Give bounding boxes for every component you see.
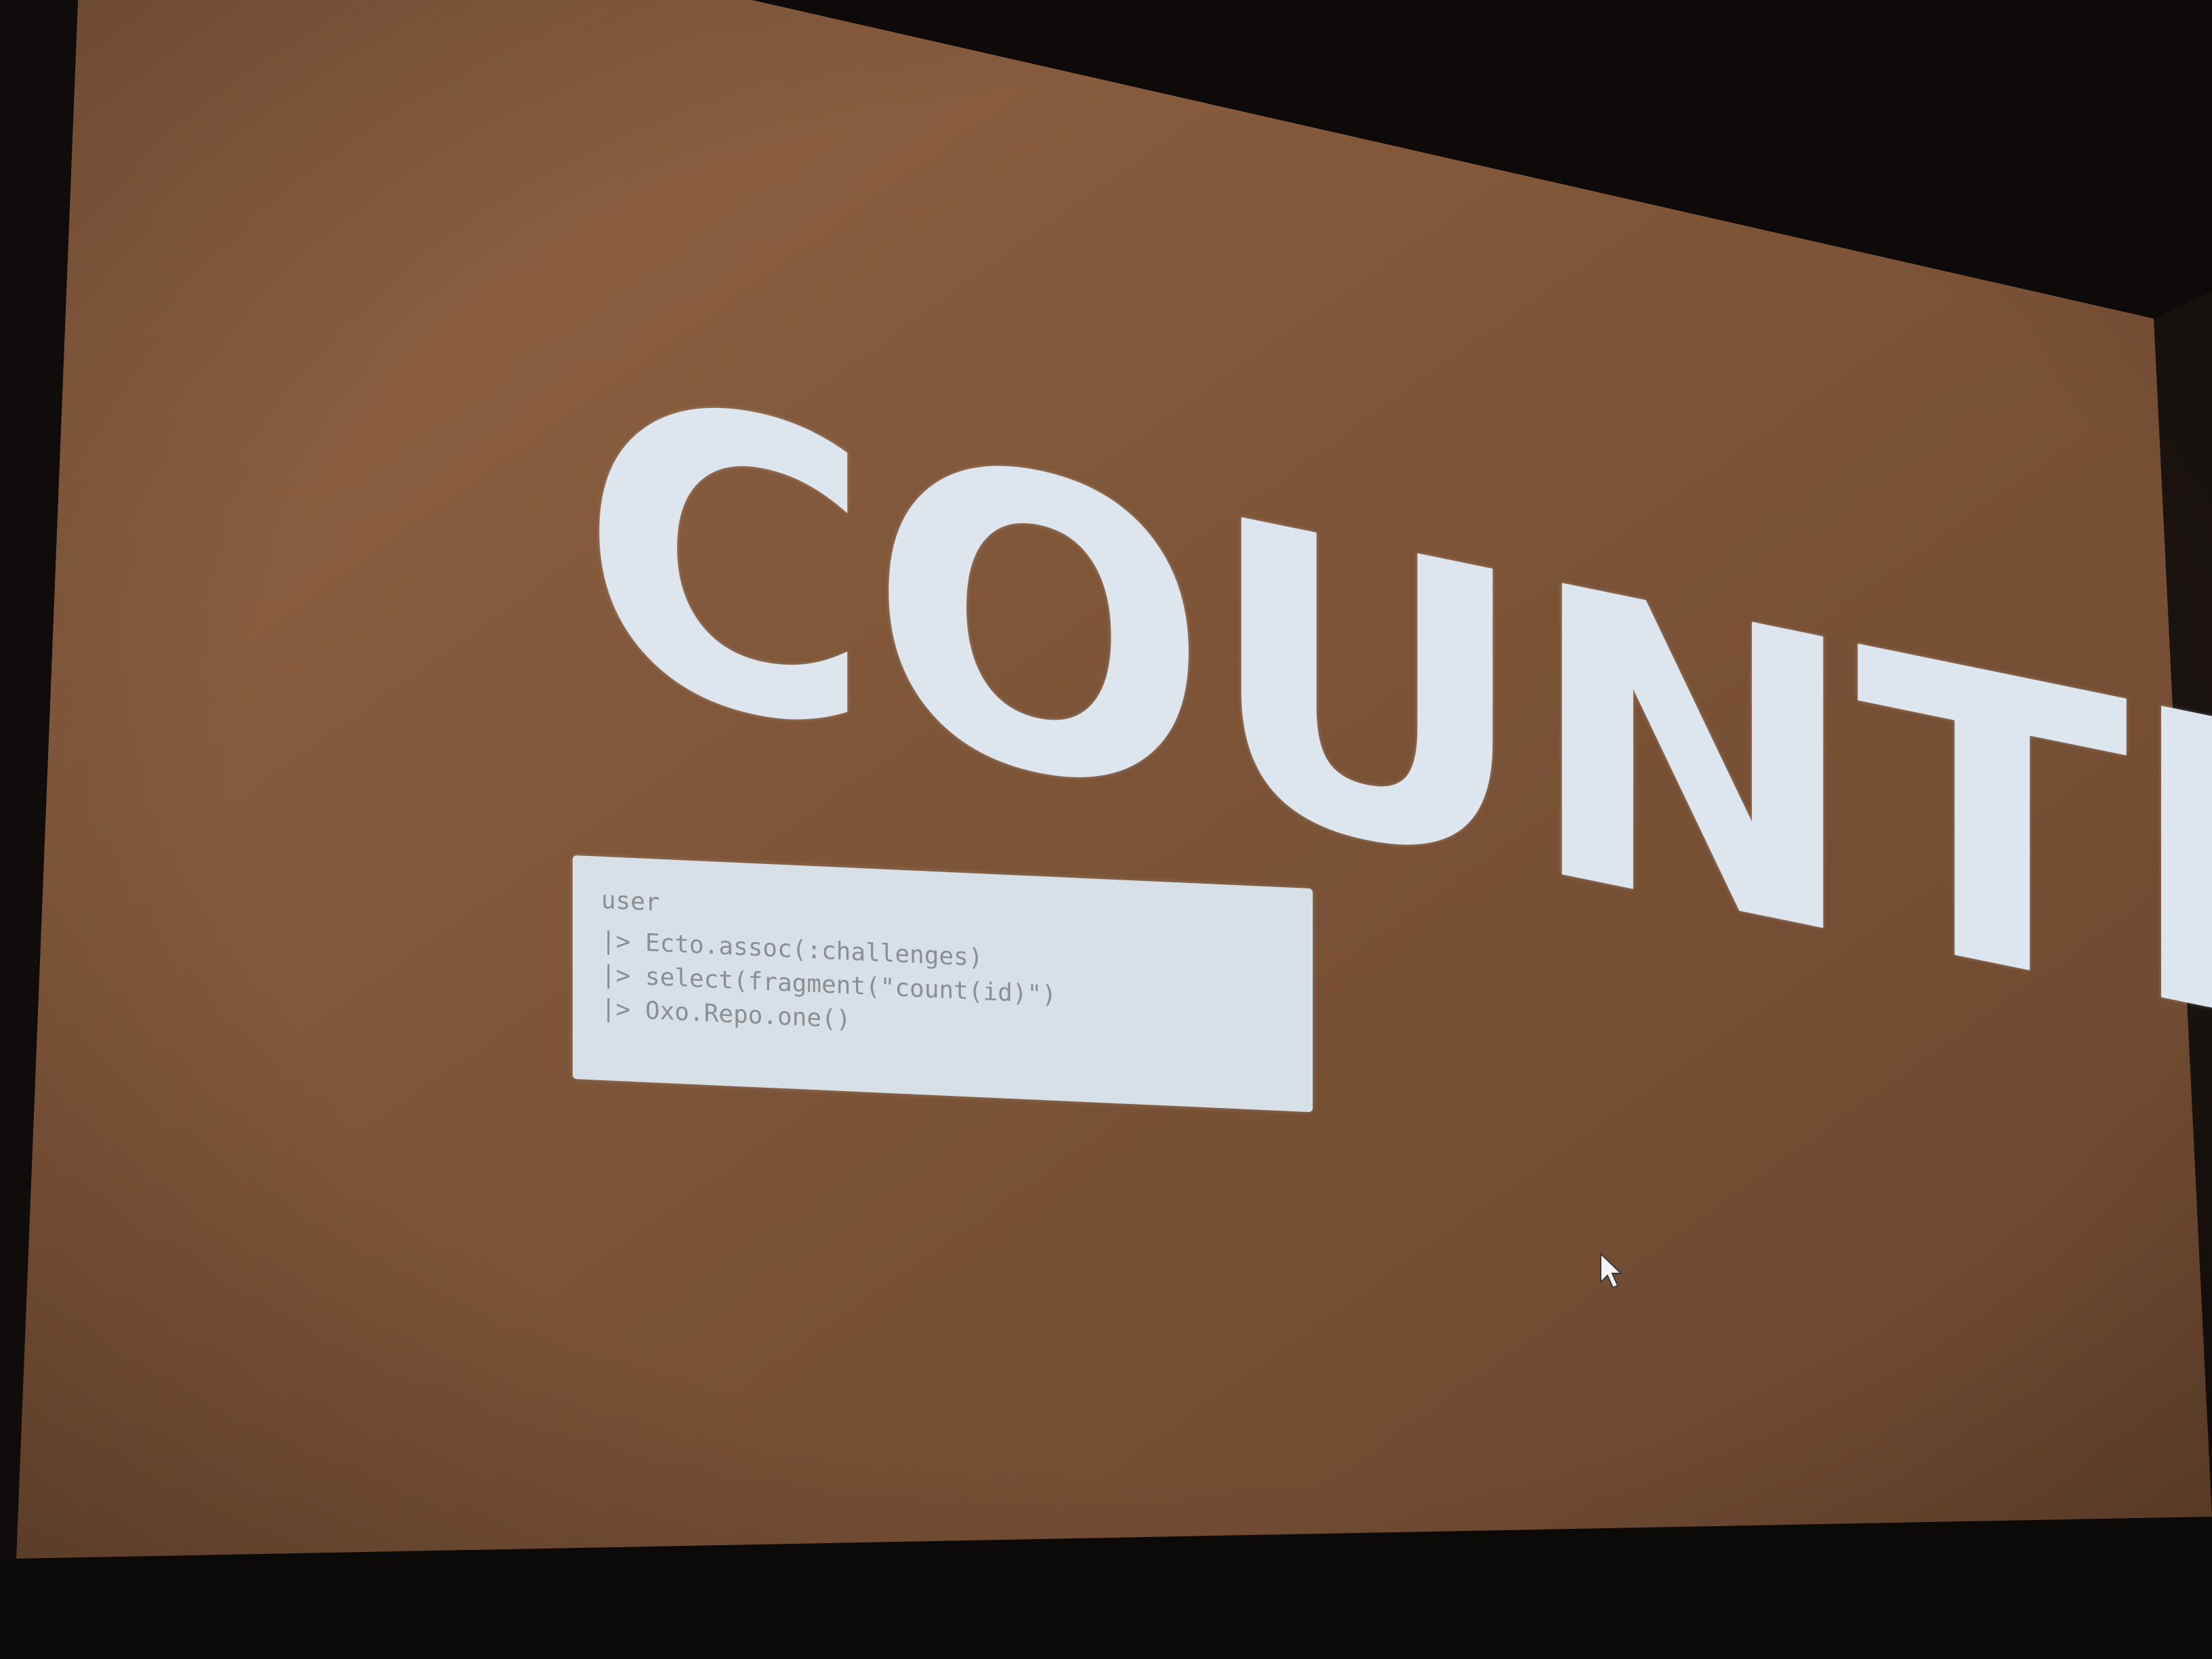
code-block: user |> Ecto.assoc(:challenges) |> selec… — [573, 855, 1313, 1113]
projection-screen: COUNTING user |> Ecto.assoc(:challenges)… — [0, 0, 2212, 1659]
